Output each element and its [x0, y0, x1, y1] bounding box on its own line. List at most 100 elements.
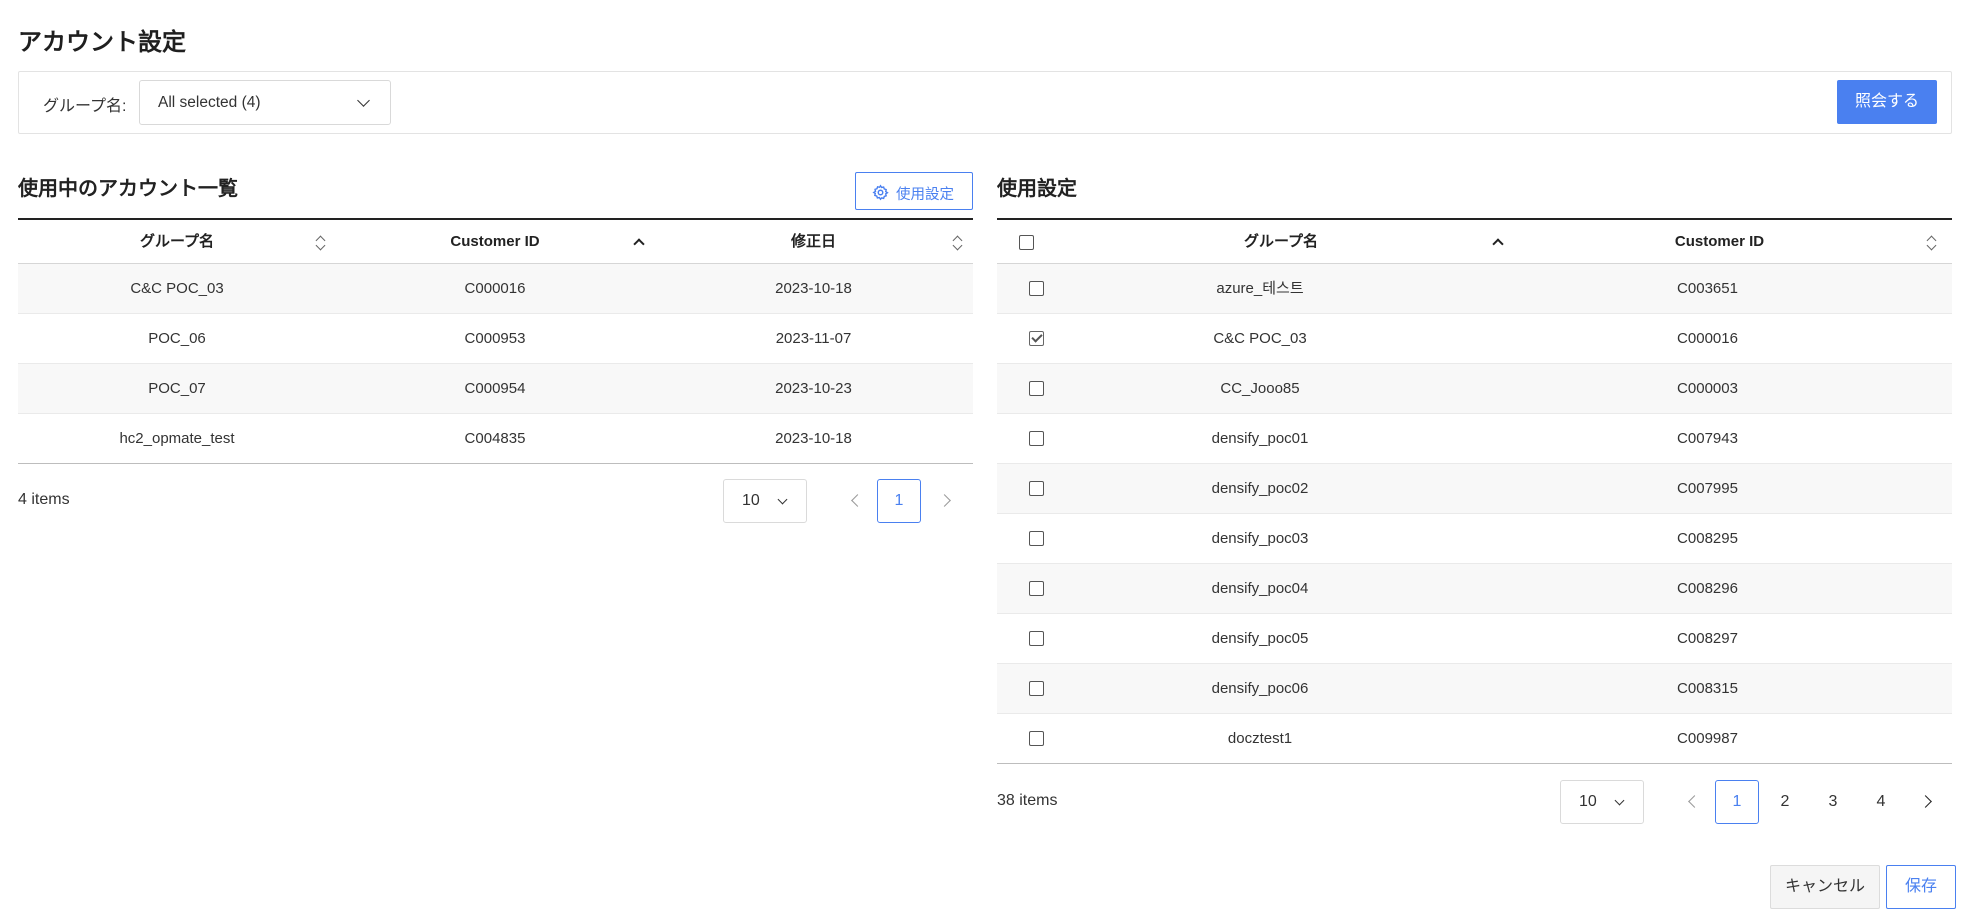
cell-customer-id: C000953 [464, 330, 526, 347]
page-size-value: 10 [742, 492, 760, 509]
group-select[interactable]: All selected (4) [139, 80, 391, 125]
sort-icon[interactable] [951, 234, 963, 252]
table-header: グループ名 Customer ID [997, 220, 1952, 264]
table-row: POC_07 C000954 2023-10-23 [18, 364, 973, 414]
row-checkbox[interactable] [1029, 631, 1044, 646]
row-checkbox[interactable] [1029, 381, 1044, 396]
cell-modified: 2023-10-18 [775, 430, 852, 447]
group-filter-label: グループ名: [43, 98, 127, 115]
usage-settings-button[interactable]: 使用設定 [855, 172, 973, 210]
table-row[interactable]: densify_poc05 C008297 [997, 614, 1952, 664]
cell-customer-id: C007943 [1677, 430, 1738, 447]
page-1-button[interactable]: 1 [877, 479, 921, 523]
left-page-size-select[interactable]: 10 [723, 479, 807, 523]
row-checkbox[interactable] [1029, 731, 1044, 746]
table-row: C&C POC_03 C000016 2023-10-18 [18, 264, 973, 314]
cell-customer-id: C004835 [464, 430, 526, 447]
cell-group: POC_06 [148, 330, 206, 347]
col-group-name[interactable]: グループ名 [18, 220, 336, 264]
page-title: アカウント設定 [18, 29, 186, 56]
table-row[interactable]: densify_poc02 C007995 [997, 464, 1952, 514]
table-row[interactable]: CC_Jooo85 C000003 [997, 364, 1952, 414]
page-4-button[interactable]: 4 [1859, 780, 1903, 824]
active-accounts-table: グループ名 Customer ID 修正日 C&C POC_03 C000016… [18, 218, 973, 464]
cell-group: docztest1 [1227, 730, 1293, 747]
cell-modified: 2023-10-18 [775, 280, 852, 297]
row-checkbox-checked[interactable] [1029, 331, 1044, 346]
cell-group: C&C POC_03 [1213, 330, 1307, 347]
cell-customer-id: C008315 [1677, 680, 1738, 697]
next-page-icon[interactable] [1919, 795, 1932, 808]
cell-customer-id: C000016 [464, 280, 526, 297]
table-row[interactable]: densify_poc04 C008296 [997, 564, 1952, 614]
cell-customer-id: C007995 [1677, 480, 1738, 497]
group-select-value: All selected (4) [158, 94, 261, 111]
cell-customer-id: C003651 [1677, 280, 1738, 297]
table-row[interactable]: densify_poc06 C008315 [997, 664, 1952, 714]
row-checkbox[interactable] [1029, 681, 1044, 696]
cell-group: C&C POC_03 [130, 280, 224, 297]
table-row[interactable]: azure_테스트 C003651 [997, 264, 1952, 314]
chevron-down-icon [777, 494, 788, 505]
table-row[interactable]: densify_poc01 C007943 [997, 414, 1952, 464]
row-checkbox[interactable] [1029, 281, 1044, 296]
table-row[interactable]: docztest1 C009987 [997, 714, 1952, 764]
cell-customer-id: C000016 [1677, 330, 1738, 347]
usage-settings-title: 使用設定 [997, 178, 1077, 200]
col-modified[interactable]: 修正日 [654, 220, 973, 264]
prev-page-icon[interactable] [851, 494, 864, 507]
usage-settings-table: グループ名 Customer ID azure_테스트 C003651 C&C … [997, 218, 1952, 764]
chevron-down-icon [357, 94, 370, 107]
cell-group: densify_poc03 [1211, 530, 1309, 547]
col-customer-id[interactable]: Customer ID [336, 220, 654, 264]
cell-group: POC_07 [148, 380, 206, 397]
right-page-size-select[interactable]: 10 [1560, 780, 1644, 824]
row-checkbox[interactable] [1029, 531, 1044, 546]
cell-group: densify_poc05 [1211, 630, 1309, 647]
prev-page-icon[interactable] [1688, 795, 1701, 808]
table-row[interactable]: densify_poc03 C008295 [997, 514, 1952, 564]
cell-customer-id: C008297 [1677, 630, 1738, 647]
sort-icon[interactable] [1925, 234, 1937, 252]
cell-modified: 2023-10-23 [775, 380, 852, 397]
save-button[interactable]: 保存 [1886, 865, 1956, 909]
page-size-value: 10 [1579, 793, 1597, 810]
table-header: グループ名 Customer ID 修正日 [18, 220, 973, 264]
chevron-down-icon [1614, 795, 1625, 806]
select-all-checkbox[interactable] [1019, 235, 1034, 250]
table-row[interactable]: C&C POC_03 C000016 [997, 314, 1952, 364]
page-1-button[interactable]: 1 [1715, 780, 1759, 824]
gear-icon [872, 184, 889, 201]
cell-group: densify_poc02 [1211, 480, 1309, 497]
next-page-icon[interactable] [938, 494, 951, 507]
page-3-button[interactable]: 3 [1811, 780, 1855, 824]
row-checkbox[interactable] [1029, 581, 1044, 596]
left-items-count: 4 items [18, 491, 70, 508]
active-accounts-title: 使用中のアカウント一覧 [18, 178, 238, 200]
search-button[interactable]: 照会する [1837, 80, 1937, 124]
cell-customer-id: C008295 [1677, 530, 1738, 547]
cell-customer-id: C000954 [464, 380, 526, 397]
filter-bar: グループ名: All selected (4) 照会する [18, 71, 1952, 134]
cell-customer-id: C009987 [1677, 730, 1738, 747]
cell-group: densify_poc01 [1211, 430, 1309, 447]
table-row: hc2_opmate_test C004835 2023-10-18 [18, 414, 973, 464]
cell-customer-id: C008296 [1677, 580, 1738, 597]
cancel-button[interactable]: キャンセル [1770, 865, 1880, 909]
sort-icon[interactable] [314, 234, 326, 252]
table-row: POC_06 C000953 2023-11-07 [18, 314, 973, 364]
row-checkbox[interactable] [1029, 481, 1044, 496]
col-customer-id[interactable]: Customer ID [1505, 220, 1934, 264]
usage-settings-label: 使用設定 [896, 187, 954, 203]
cell-group: CC_Jooo85 [1220, 380, 1300, 397]
page-2-button[interactable]: 2 [1763, 780, 1807, 824]
cell-customer-id: C000003 [1677, 380, 1738, 397]
right-items-count: 38 items [997, 792, 1058, 809]
cell-group: densify_poc04 [1211, 580, 1309, 597]
cell-group: hc2_opmate_test [119, 430, 235, 447]
cell-group: azure_테스트 [1216, 280, 1304, 297]
cell-modified: 2023-11-07 [775, 330, 852, 347]
row-checkbox[interactable] [1029, 431, 1044, 446]
col-group-name[interactable]: グループ名 [1057, 220, 1505, 264]
cell-group: densify_poc06 [1211, 680, 1309, 697]
